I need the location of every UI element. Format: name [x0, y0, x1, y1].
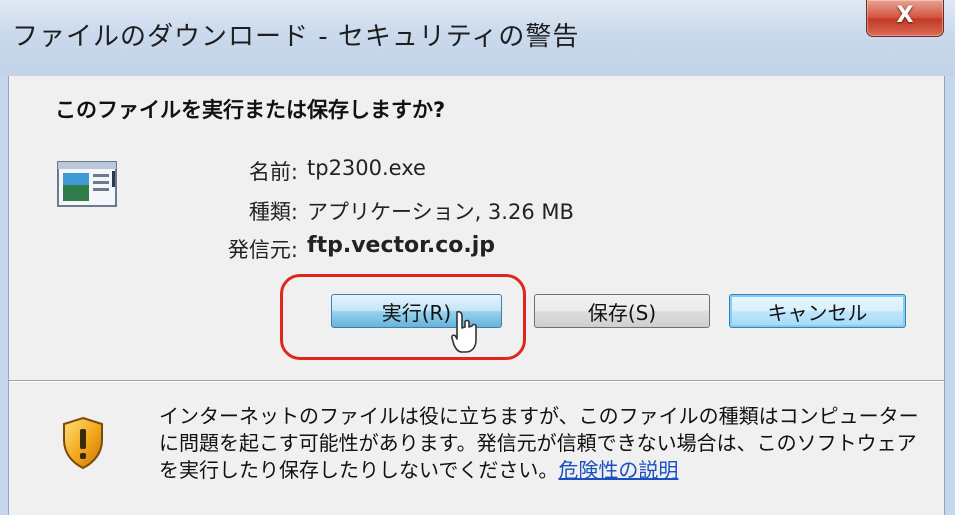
warning-text: インターネットのファイルは役に立ちますが、このファイルの種類はコンピューターに問… [159, 404, 919, 482]
dialog-body: このファイルを実行または保存しますか? 名前: tp2300.exe 種類: ア… [8, 76, 945, 515]
close-icon: X [896, 3, 914, 28]
cancel-button[interactable]: キャンセル [729, 294, 906, 328]
dialog-question: このファイルを実行または保存しますか? [55, 98, 446, 122]
close-button[interactable]: X [866, 0, 944, 37]
name-value: tp2300.exe [307, 156, 426, 180]
window-title: ファイルのダウンロード - セキュリティの警告 [12, 22, 580, 52]
title-bar: ファイルのダウンロード - セキュリティの警告 X [0, 0, 955, 77]
divider [9, 380, 944, 382]
window-frame-left [0, 76, 8, 515]
type-value: アプリケーション, 3.26 MB [307, 200, 574, 224]
risk-explanation-link[interactable]: 危険性の説明 [558, 458, 678, 482]
warning-message: インターネットのファイルは役に立ちますが、このファイルの種類はコンピューターに問… [159, 403, 929, 484]
security-shield-icon [63, 416, 103, 470]
mouse-cursor-icon [451, 310, 477, 353]
executable-file-icon [57, 161, 117, 207]
publisher-value: ftp.vector.co.jp [307, 233, 495, 258]
save-button[interactable]: 保存(S) [534, 294, 710, 328]
name-label: 名前: [248, 160, 298, 184]
type-label: 種類: [248, 200, 298, 224]
publisher-label: 発信元: [227, 238, 298, 262]
